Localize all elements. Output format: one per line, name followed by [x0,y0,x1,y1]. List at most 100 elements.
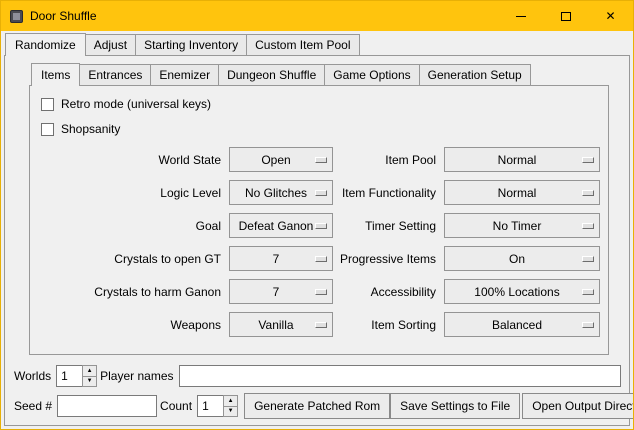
seed-label: Seed # [14,399,52,413]
item-sorting-label: Item Sorting [339,318,438,332]
minimize-icon [516,16,526,17]
window-title: Door Shuffle [30,9,97,23]
world-state-dropdown[interactable]: Open [229,147,333,172]
crystals-ganon-value: 7 [273,285,290,299]
player-names-input[interactable] [179,365,622,387]
logic-level-dropdown[interactable]: No Glitches [229,180,333,205]
shopsanity-row: Shopsanity [41,122,600,136]
player-names-label: Player names [100,369,173,383]
worlds-label: Worlds [14,369,51,383]
dropdown-indicator-icon [315,289,327,295]
item-functionality-dropdown[interactable]: Normal [444,180,600,205]
tab-enemizer[interactable]: Enemizer [150,64,219,85]
randomize-panel: Items Entrances Enemizer Dungeon Shuffle… [4,55,630,426]
spin-down-icon[interactable]: ▼ [223,407,238,418]
crystals-gt-dropdown[interactable]: 7 [229,246,333,271]
timer-setting-dropdown[interactable]: No Timer [444,213,600,238]
retro-mode-checkbox[interactable] [41,98,54,111]
progressive-items-value: On [509,252,535,266]
crystals-ganon-label: Crystals to harm Ganon [38,285,223,299]
items-panel: Retro mode (universal keys) Shopsanity W… [29,85,609,355]
dropdown-indicator-icon [315,223,327,229]
accessibility-dropdown[interactable]: 100% Locations [444,279,600,304]
item-pool-dropdown[interactable]: Normal [444,147,600,172]
retro-mode-label: Retro mode (universal keys) [61,97,211,111]
save-settings-button[interactable]: Save Settings to File [390,393,520,419]
count-input[interactable] [197,395,223,417]
item-functionality-label: Item Functionality [339,186,438,200]
tab-items[interactable]: Items [31,63,80,86]
timer-setting-label: Timer Setting [339,219,438,233]
inner-notebook: Items Entrances Enemizer Dungeon Shuffle… [29,61,609,355]
accessibility-label: Accessibility [339,285,438,299]
dropdown-indicator-icon [582,289,594,295]
tab-game-options[interactable]: Game Options [324,64,419,85]
tab-generation-setup[interactable]: Generation Setup [419,64,531,85]
minimize-button[interactable] [498,1,543,31]
item-pool-value: Normal [498,153,547,167]
worlds-input[interactable] [56,365,82,387]
seed-input[interactable] [57,395,157,417]
shopsanity-checkbox[interactable] [41,123,54,136]
crystals-ganon-dropdown[interactable]: 7 [229,279,333,304]
timer-setting-value: No Timer [493,219,552,233]
count-spin-arrows: ▲ ▼ [223,395,238,417]
seed-bar: Seed # Count ▲ ▼ Generate Patched Rom Sa… [11,393,623,419]
item-pool-label: Item Pool [339,153,438,167]
tab-randomize[interactable]: Randomize [5,33,86,56]
spin-down-icon[interactable]: ▼ [82,377,97,388]
crystals-gt-value: 7 [273,252,290,266]
dropdown-indicator-icon [582,190,594,196]
logic-level-value: No Glitches [245,186,317,200]
worlds-spin-arrows: ▲ ▼ [82,365,97,387]
inner-tab-bar: Items Entrances Enemizer Dungeon Shuffle… [29,61,609,85]
options-grid: World State Open Item Pool Normal Logic … [38,147,600,337]
dropdown-indicator-icon [582,256,594,262]
item-sorting-dropdown[interactable]: Balanced [444,312,600,337]
weapons-dropdown[interactable]: Vanilla [229,312,333,337]
weapons-value: Vanilla [258,318,303,332]
worlds-spinner: ▲ ▼ [56,365,97,387]
weapons-label: Weapons [38,318,223,332]
goal-label: Goal [38,219,223,233]
maximize-button[interactable] [543,1,588,31]
crystals-gt-label: Crystals to open GT [38,252,223,266]
window: Door Shuffle ✕ Randomize Adjust Starting… [0,0,634,430]
tab-custom-item-pool[interactable]: Custom Item Pool [246,34,359,55]
world-state-label: World State [38,153,223,167]
spin-up-icon[interactable]: ▲ [82,365,97,377]
retro-mode-row: Retro mode (universal keys) [41,97,600,111]
open-output-directory-button[interactable]: Open Output Directory [522,393,634,419]
progressive-items-dropdown[interactable]: On [444,246,600,271]
close-button[interactable]: ✕ [588,1,633,31]
app-icon [10,10,23,23]
logic-level-label: Logic Level [38,186,223,200]
item-sorting-value: Balanced [492,318,552,332]
dropdown-indicator-icon [582,223,594,229]
tab-adjust[interactable]: Adjust [85,34,136,55]
tab-entrances[interactable]: Entrances [79,64,151,85]
dropdown-indicator-icon [582,322,594,328]
count-label: Count [160,399,192,413]
maximize-icon [561,12,571,21]
goal-dropdown[interactable]: Defeat Ganon [229,213,333,238]
titlebar[interactable]: Door Shuffle ✕ [1,1,633,31]
progressive-items-label: Progressive Items [339,252,438,266]
tab-dungeon-shuffle[interactable]: Dungeon Shuffle [218,64,325,85]
dropdown-indicator-icon [315,256,327,262]
bottom-controls: Worlds ▲ ▼ Player names Seed # Count [11,365,623,419]
goal-value: Defeat Ganon [239,219,324,233]
world-state-value: Open [261,153,300,167]
item-functionality-value: Normal [498,186,547,200]
worlds-bar: Worlds ▲ ▼ Player names [11,365,623,387]
tab-starting-inventory[interactable]: Starting Inventory [135,34,247,55]
dropdown-indicator-icon [315,322,327,328]
close-icon: ✕ [605,10,615,22]
generate-patched-rom-button[interactable]: Generate Patched Rom [244,393,390,419]
window-controls: ✕ [498,1,633,31]
dropdown-indicator-icon [315,157,327,163]
outer-tab-bar: Randomize Adjust Starting Inventory Cust… [1,31,633,55]
dropdown-indicator-icon [315,190,327,196]
dropdown-indicator-icon [582,157,594,163]
spin-up-icon[interactable]: ▲ [223,395,238,407]
